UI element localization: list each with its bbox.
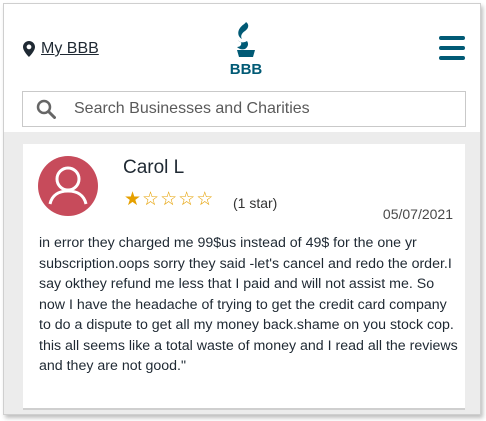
location-pin-icon	[23, 41, 35, 57]
hamburger-menu-icon[interactable]	[439, 36, 465, 62]
star-empty-icon: ☆	[160, 189, 178, 210]
menu-bar	[439, 46, 465, 50]
star-filled-icon: ★	[124, 189, 142, 210]
search-input[interactable]	[72, 99, 456, 119]
review-card: Carol L ★ ☆ ☆ ☆ ☆ (1 star) 05/07/2021 in…	[23, 144, 465, 408]
reviewer-name: Carol L	[123, 157, 185, 178]
star-empty-icon: ☆	[142, 189, 160, 210]
card-bottom-divider	[23, 408, 465, 410]
search-icon[interactable]	[36, 99, 56, 119]
site-header: My BBB BBB	[4, 4, 480, 127]
star-rating: ★ ☆ ☆ ☆ ☆	[124, 190, 213, 209]
logo-text: BBB	[230, 61, 263, 78]
avatar	[38, 156, 98, 216]
search-bar[interactable]	[22, 91, 466, 127]
menu-bar	[439, 36, 465, 40]
menu-bar	[439, 56, 465, 60]
my-bbb-label: My BBB	[41, 40, 99, 57]
review-text: in error they charged me 99$us instead o…	[39, 235, 458, 374]
bbb-logo[interactable]: BBB	[224, 20, 268, 80]
rating-label: (1 star)	[233, 195, 278, 211]
my-bbb-link[interactable]: My BBB	[23, 40, 99, 58]
star-empty-icon: ☆	[196, 189, 214, 210]
page-frame: My BBB BBB Carol L	[3, 3, 481, 415]
star-empty-icon: ☆	[178, 189, 196, 210]
review-date: 05/07/2021	[382, 206, 453, 222]
